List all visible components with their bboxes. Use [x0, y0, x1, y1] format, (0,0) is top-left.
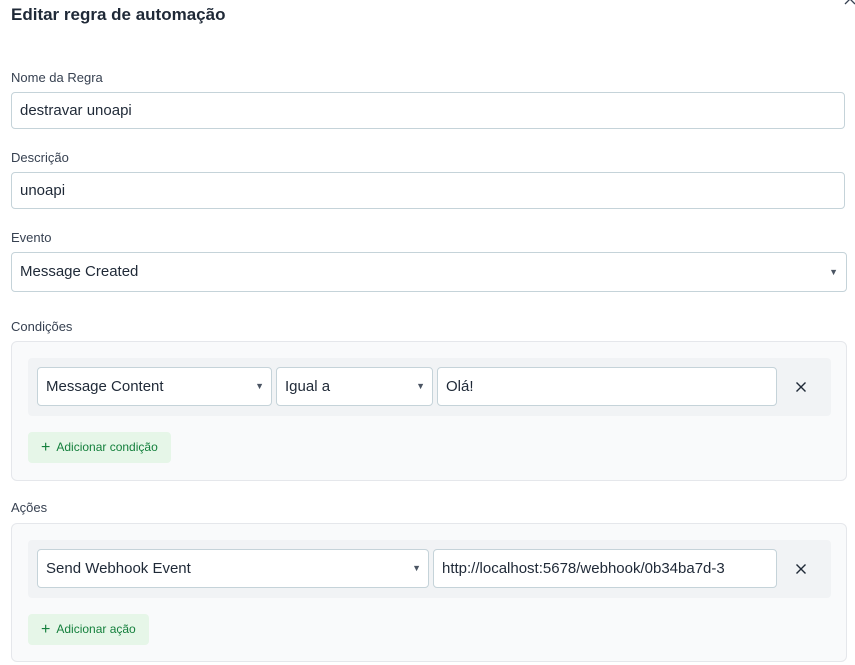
remove-condition-close-icon[interactable]: [791, 377, 811, 397]
conditions-panel: Message Content ▼ Igual a ▼ Olá! + Adicio…: [11, 341, 847, 481]
add-condition-label: Adicionar condição: [56, 440, 158, 454]
chevron-down-icon: ▼: [255, 381, 264, 391]
description-input[interactable]: unoapi: [11, 172, 845, 209]
chevron-down-icon: ▼: [829, 267, 838, 277]
actions-label: Ações: [11, 500, 48, 515]
chevron-down-icon: ▼: [412, 563, 421, 573]
close-icon[interactable]: [843, 0, 855, 6]
condition-value-input[interactable]: Olá!: [437, 367, 777, 406]
plus-icon: +: [41, 621, 51, 638]
edit-automation-rule-modal: Editar regra de automação Nome da Regra …: [0, 0, 855, 665]
condition-row: Message Content ▼ Igual a ▼ Olá!: [28, 358, 831, 416]
condition-attribute-select[interactable]: Message Content ▼: [37, 367, 272, 406]
event-select[interactable]: Message Created ▼: [11, 252, 847, 292]
modal-title: Editar regra de automação: [11, 5, 226, 24]
rule-name-label: Nome da Regra: [11, 70, 103, 85]
add-action-button[interactable]: + Adicionar ação: [28, 614, 149, 645]
event-select-value: Message Created: [20, 263, 139, 280]
description-label: Descrição: [11, 150, 69, 165]
chevron-down-icon: ▼: [416, 381, 425, 391]
action-type-value: Send Webhook Event: [46, 560, 191, 577]
add-condition-button[interactable]: + Adicionar condição: [28, 432, 171, 463]
event-label: Evento: [11, 230, 52, 245]
remove-action-close-icon[interactable]: [791, 559, 811, 579]
condition-operator-select[interactable]: Igual a ▼: [276, 367, 433, 406]
add-action-label: Adicionar ação: [56, 622, 136, 636]
conditions-label: Condições: [11, 319, 73, 334]
actions-panel: Send Webhook Event ▼ http://localhost:56…: [11, 523, 847, 662]
plus-icon: +: [41, 439, 51, 456]
rule-name-input[interactable]: destravar unoapi: [11, 92, 845, 129]
action-row: Send Webhook Event ▼ http://localhost:56…: [28, 540, 831, 598]
condition-operator-value: Igual a: [285, 378, 331, 395]
condition-attribute-value: Message Content: [46, 378, 164, 395]
webhook-url-input[interactable]: http://localhost:5678/webhook/0b34ba7d-3: [433, 549, 777, 588]
action-type-select[interactable]: Send Webhook Event ▼: [37, 549, 429, 588]
